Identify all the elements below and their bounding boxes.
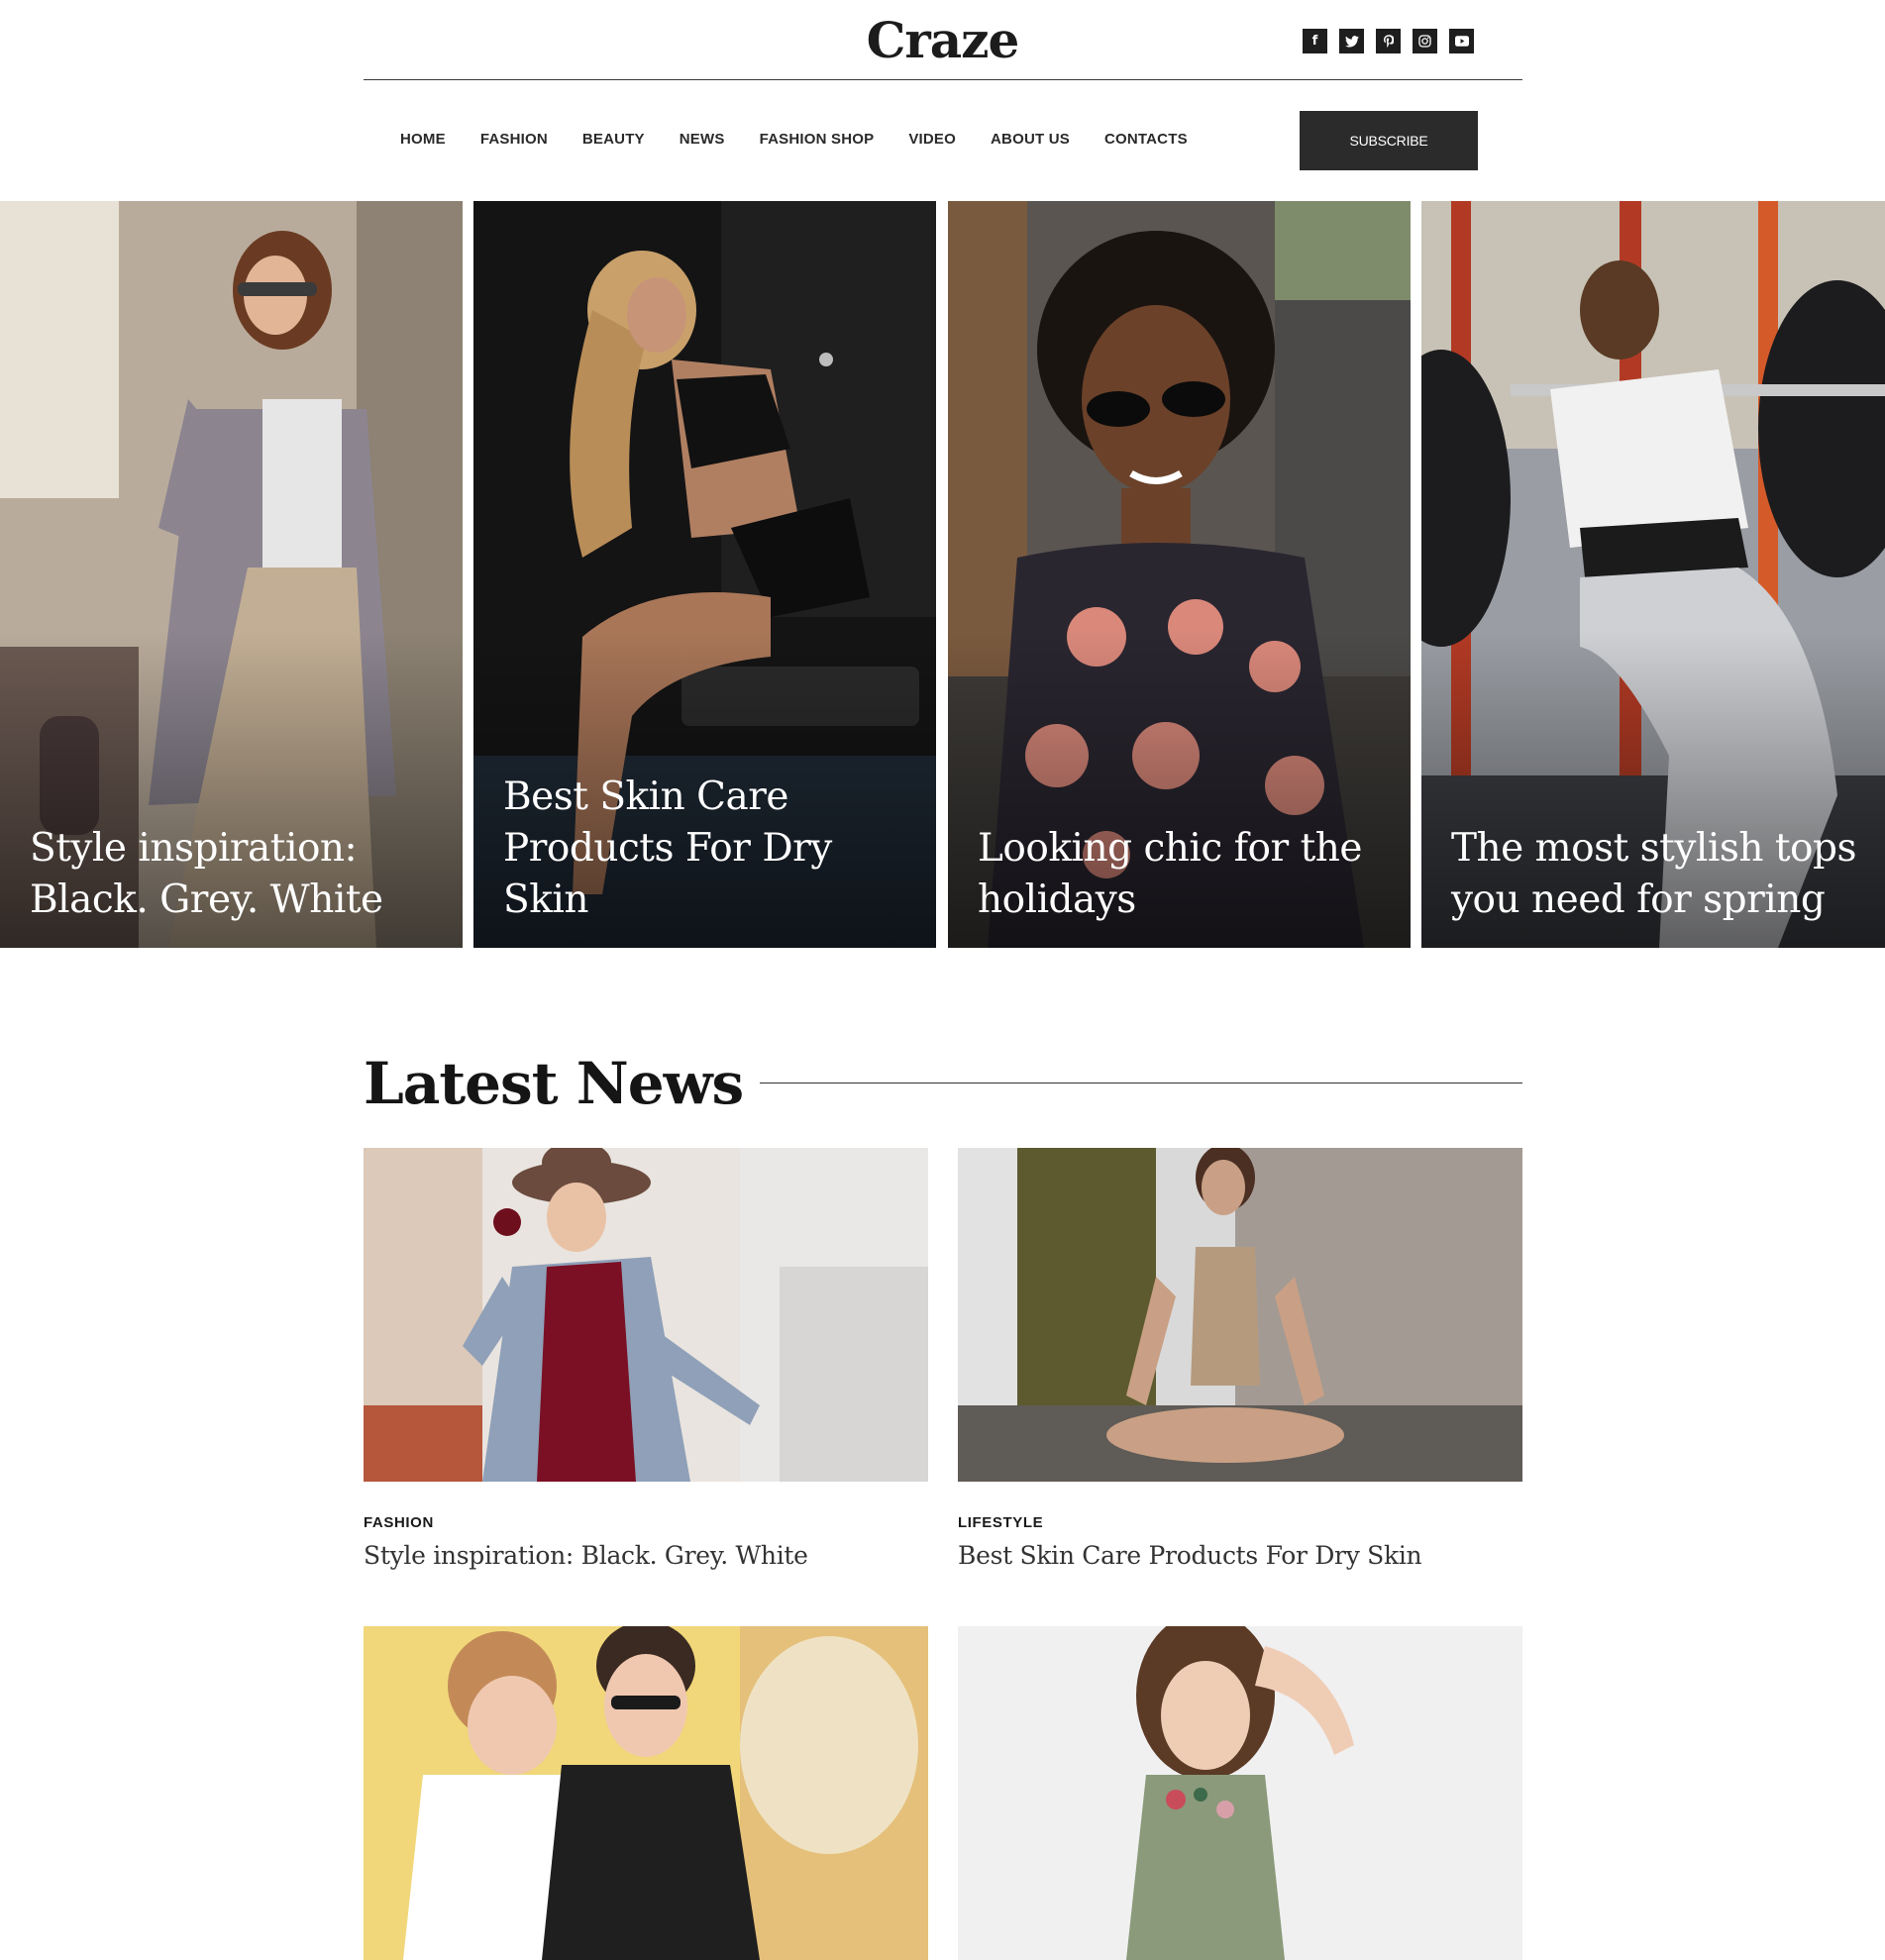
news-title[interactable]: Best Skin Care Products For Dry Skin: [958, 1539, 1522, 1573]
header-divider: [364, 79, 1522, 80]
featured-card[interactable]: The most stylish tops you need for sprin…: [1421, 201, 1885, 948]
nav-item-home[interactable]: HOME: [400, 129, 446, 151]
news-category[interactable]: FASHION: [364, 1514, 928, 1532]
featured-title[interactable]: Style inspiration: Black. Grey. White: [30, 823, 443, 926]
nav-item-fashion-shop[interactable]: FASHION SHOP: [760, 129, 875, 151]
news-card[interactable]: FASHION Style inspiration: Black. Grey. …: [364, 1148, 928, 1573]
featured-title[interactable]: Looking chic for the holidays: [978, 823, 1391, 926]
instagram-icon[interactable]: [1413, 29, 1437, 53]
featured-card[interactable]: Looking chic for the holidays: [948, 201, 1411, 948]
twitter-icon[interactable]: [1339, 29, 1364, 53]
news-image: [364, 1148, 928, 1482]
nav-item-fashion[interactable]: FASHION: [480, 129, 548, 151]
youtube-icon[interactable]: [1449, 29, 1474, 53]
pinterest-icon[interactable]: [1376, 29, 1401, 53]
site-header: Craze f HOME FASHION BEAUTY NEWS FASHION…: [0, 0, 1885, 201]
nav-item-beauty[interactable]: BEAUTY: [582, 129, 645, 151]
news-card[interactable]: [364, 1626, 928, 1960]
news-image: [364, 1626, 928, 1960]
nav-item-video[interactable]: VIDEO: [908, 129, 956, 151]
featured-title[interactable]: The most stylish tops you need for sprin…: [1451, 823, 1865, 926]
news-thumbnail[interactable]: [958, 1148, 1522, 1482]
nav-item-contacts[interactable]: CONTACTS: [1104, 129, 1188, 151]
news-thumbnail[interactable]: [958, 1626, 1522, 1960]
nav-item-about-us[interactable]: ABOUT US: [991, 129, 1070, 151]
section-title: Latest News: [364, 1050, 744, 1117]
news-image: [958, 1626, 1522, 1960]
featured-card[interactable]: Style inspiration: Black. Grey. White: [0, 201, 463, 948]
featured-card[interactable]: Best Skin Care Products For Dry Skin: [473, 201, 936, 948]
news-card[interactable]: [958, 1626, 1522, 1960]
main-nav: HOME FASHION BEAUTY NEWS FASHION SHOP VI…: [400, 129, 1222, 151]
nav-item-news[interactable]: NEWS: [680, 129, 725, 151]
news-image: [958, 1148, 1522, 1482]
news-title[interactable]: Style inspiration: Black. Grey. White: [364, 1539, 928, 1573]
social-links: f: [1303, 29, 1474, 53]
featured-title[interactable]: Best Skin Care Products For Dry Skin: [503, 772, 916, 926]
news-card[interactable]: LIFESTYLE Best Skin Care Products For Dr…: [958, 1148, 1522, 1573]
facebook-icon[interactable]: f: [1303, 29, 1327, 53]
news-thumbnail[interactable]: [364, 1148, 928, 1482]
site-logo[interactable]: Craze: [852, 6, 1033, 75]
subscribe-button[interactable]: SUBSCRIBE: [1300, 111, 1478, 170]
featured-slider: Style inspiration: Black. Grey. White Be…: [0, 201, 1885, 948]
news-thumbnail[interactable]: [364, 1626, 928, 1960]
news-category[interactable]: LIFESTYLE: [958, 1514, 1522, 1532]
